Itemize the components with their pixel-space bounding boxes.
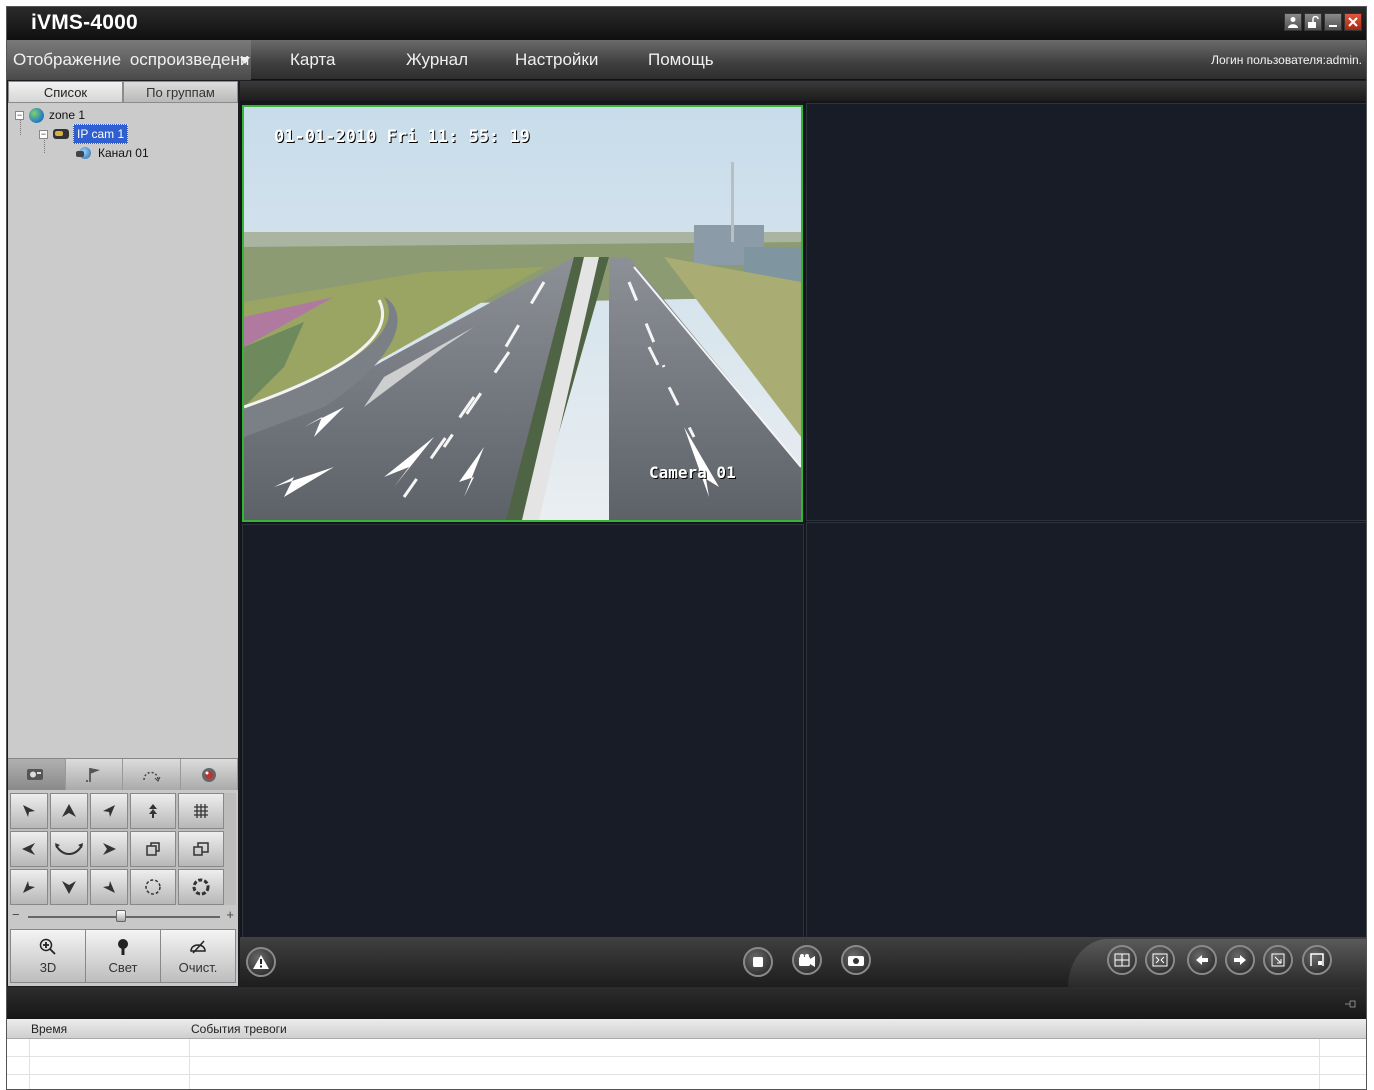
alarm-events-table: Время События тревоги xyxy=(7,1019,1366,1089)
alarm-warning-icon[interactable] xyxy=(246,947,276,977)
menu-playback-label[interactable]: оспроизведени xyxy=(130,50,250,69)
light-button[interactable]: Свет xyxy=(86,930,161,982)
alarm-panel-header xyxy=(7,987,1366,1021)
tab-list[interactable]: Список xyxy=(8,81,123,103)
title-bar: iVMS-4000 xyxy=(7,7,1366,40)
device-tree: − zone 1 − IP cam 1 Канал 01 xyxy=(8,103,238,758)
ptz-down-left-button[interactable] xyxy=(10,869,48,905)
user-icon[interactable] xyxy=(1284,13,1302,31)
next-page-icon[interactable] xyxy=(1225,945,1255,975)
focus-near-button[interactable] xyxy=(130,831,176,867)
pin-icon[interactable] xyxy=(1344,998,1358,1012)
bulb-icon xyxy=(114,938,132,960)
ptz-speed-slider[interactable]: − + xyxy=(12,907,234,925)
fullscreen-icon[interactable] xyxy=(1145,945,1175,975)
video-area: 01-01-2010 Fri 11: 55: 19 Camera 01 xyxy=(240,81,1366,943)
wiper-label: Очист. xyxy=(178,959,218,975)
magnifier-plus-icon xyxy=(39,938,57,960)
minimize-icon[interactable] xyxy=(1324,13,1342,31)
table-row[interactable] xyxy=(7,1057,1366,1075)
light-label: Свет xyxy=(108,959,138,975)
ptz-up-left-button[interactable] xyxy=(10,793,48,829)
channel-label: Канал 01 xyxy=(98,146,149,160)
menu-log[interactable]: Журнал xyxy=(406,50,468,70)
alarm-table-header: Время События тревоги xyxy=(7,1019,1366,1039)
ptz-actions: 3D Свет Очист. xyxy=(10,929,236,983)
ptz-auto-button[interactable] xyxy=(50,831,88,867)
stop-all-button[interactable] xyxy=(743,947,773,977)
zone-label: zone 1 xyxy=(49,108,86,122)
ivms-window: iVMS-4000 Отображение оспроизведени Карт… xyxy=(6,6,1367,1090)
video-pane-2[interactable] xyxy=(806,103,1366,521)
zoom-in-button[interactable] xyxy=(130,793,176,829)
slider-thumb[interactable] xyxy=(116,910,126,922)
tree-item-channel[interactable]: Канал 01 xyxy=(76,144,149,162)
ptz-direction-grid xyxy=(10,793,236,905)
menu-map[interactable]: Карта xyxy=(290,50,336,70)
lock-icon[interactable] xyxy=(1304,13,1322,31)
iris-close-button[interactable] xyxy=(130,869,176,905)
playback-control-bar xyxy=(240,937,1366,987)
window-controls xyxy=(1284,13,1362,31)
record-button[interactable] xyxy=(792,945,822,975)
iris-open-button[interactable] xyxy=(178,869,224,905)
patrol-icon[interactable] xyxy=(123,759,181,790)
ptz-up-right-button[interactable] xyxy=(90,793,128,829)
layout-split-icon[interactable] xyxy=(1107,945,1137,975)
video-header xyxy=(240,81,1366,101)
tree-item-device[interactable]: − IP cam 1 xyxy=(39,124,129,144)
osd-datetime: 01-01-2010 Fri 11: 55: 19 xyxy=(274,127,530,147)
channel-camera-icon xyxy=(76,146,94,161)
hide-panel-icon[interactable] xyxy=(1302,945,1332,975)
close-icon[interactable] xyxy=(1344,13,1362,31)
camera-feed: 01-01-2010 Fri 11: 55: 19 Camera 01 xyxy=(244,107,801,520)
zoom-out-button[interactable] xyxy=(178,793,224,829)
snapshot-button[interactable] xyxy=(841,945,871,975)
table-row[interactable] xyxy=(7,1075,1366,1089)
menu-bar: Отображение оспроизведени Карта Журнал Н… xyxy=(7,40,1366,80)
zoom-3d-button[interactable]: 3D xyxy=(11,930,86,982)
preset-flag-icon[interactable] xyxy=(66,759,123,790)
video-pane-3[interactable] xyxy=(242,524,804,939)
pattern-icon[interactable] xyxy=(181,759,238,790)
tab-groups[interactable]: По группам xyxy=(123,81,238,103)
device-tabs: Список По группам xyxy=(8,81,238,103)
app-title: iVMS-4000 xyxy=(31,11,138,34)
video-pane-4[interactable] xyxy=(806,522,1366,939)
menu-help[interactable]: Помощь xyxy=(648,50,714,70)
ptz-left-button[interactable] xyxy=(10,831,48,867)
tree-item-zone[interactable]: − zone 1 xyxy=(15,106,85,124)
wiper-icon xyxy=(188,938,208,960)
menu-display-label: Отображение xyxy=(13,50,122,69)
previous-page-icon[interactable] xyxy=(1187,945,1217,975)
minus-icon: − xyxy=(12,907,20,922)
exit-icon[interactable] xyxy=(1263,945,1293,975)
login-info: Логин пользователя:admin. xyxy=(1211,53,1362,67)
ptz-tabs xyxy=(8,758,238,790)
osd-camera-name: Camera 01 xyxy=(649,463,736,482)
column-time: Время xyxy=(31,1022,68,1036)
ptz-right-button[interactable] xyxy=(90,831,128,867)
zoom-3d-label: 3D xyxy=(39,959,57,975)
left-panel: Список По группам − zone 1 − IP cam 1 Ка… xyxy=(8,81,238,986)
ptz-down-button[interactable] xyxy=(50,869,88,905)
chevron-down-icon xyxy=(240,57,250,64)
globe-icon xyxy=(29,107,44,123)
wiper-button[interactable]: Очист. xyxy=(161,930,235,982)
ptz-down-right-button[interactable] xyxy=(90,869,128,905)
menu-display[interactable]: Отображение оспроизведени xyxy=(7,40,251,80)
collapse-icon[interactable]: − xyxy=(39,129,48,139)
table-row[interactable] xyxy=(7,1039,1366,1057)
video-pane-1[interactable]: 01-01-2010 Fri 11: 55: 19 Camera 01 xyxy=(242,105,803,522)
plus-icon: + xyxy=(226,907,234,922)
column-alarm-events: События тревоги xyxy=(191,1022,287,1036)
focus-far-button[interactable] xyxy=(178,831,224,867)
ptz-icon[interactable] xyxy=(8,759,66,790)
menu-settings[interactable]: Настройки xyxy=(515,50,598,70)
camera-device-icon xyxy=(53,129,69,139)
collapse-icon[interactable]: − xyxy=(15,110,24,120)
device-label: IP cam 1 xyxy=(73,124,129,144)
ptz-up-button[interactable] xyxy=(50,793,88,829)
